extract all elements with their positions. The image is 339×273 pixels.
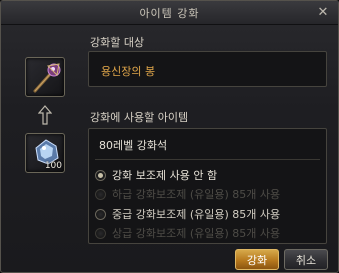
item-quantity: 100 bbox=[44, 161, 62, 171]
option-label: 강화 보조제 사용 안 함 bbox=[112, 169, 218, 182]
radio-button[interactable] bbox=[95, 169, 106, 181]
target-item-slot[interactable] bbox=[25, 57, 65, 97]
close-button[interactable]: ✕ bbox=[315, 5, 331, 21]
enhance-button[interactable]: 강화 bbox=[235, 249, 279, 270]
staff-icon bbox=[33, 63, 61, 93]
option-high-assistant: 상급 강화보조제 (유일용) 85개 사용 bbox=[95, 225, 280, 241]
option-label: 상급 강화보조제 (유일용) 85개 사용 bbox=[112, 227, 281, 240]
divider bbox=[95, 159, 320, 160]
option-mid-assistant[interactable]: 중급 강화보조제 (유일용) 85개 사용 bbox=[95, 206, 280, 222]
title-bar[interactable]: 아이템 강화 ✕ bbox=[1, 1, 338, 25]
item-enhance-window: 아이템 강화 ✕ 100 강화할 대상 용신장의 봉 강화에 사용할 아이템 8… bbox=[0, 0, 339, 273]
target-section-label: 강화할 대상 bbox=[90, 36, 145, 49]
radio-button bbox=[95, 188, 106, 200]
material-item-name: 80레벨 강화석 bbox=[99, 139, 168, 152]
material-section-label: 강화에 사용할 아이템 bbox=[90, 111, 189, 124]
option-label: 하급 강화보조제 (유일용) 85개 사용 bbox=[112, 188, 281, 201]
target-item-field: 용신장의 봉 bbox=[88, 51, 327, 87]
option-low-assistant: 하급 강화보조제 (유일용) 85개 사용 bbox=[95, 186, 280, 202]
radio-button bbox=[95, 227, 106, 239]
material-field: 80레벨 강화석 강화 보조제 사용 안 함 하급 강화보조제 (유일용) 85… bbox=[88, 128, 327, 244]
cancel-button[interactable]: 취소 bbox=[284, 249, 328, 270]
option-label: 중급 강화보조제 (유일용) 85개 사용 bbox=[112, 208, 281, 221]
arrow-up-icon bbox=[38, 105, 52, 125]
option-no-assistant[interactable]: 강화 보조제 사용 안 함 bbox=[95, 167, 217, 183]
window-title: 아이템 강화 bbox=[139, 7, 200, 20]
radio-button[interactable] bbox=[95, 208, 106, 220]
target-item-name: 용신장의 봉 bbox=[101, 65, 156, 78]
material-item-slot[interactable]: 100 bbox=[25, 133, 65, 173]
